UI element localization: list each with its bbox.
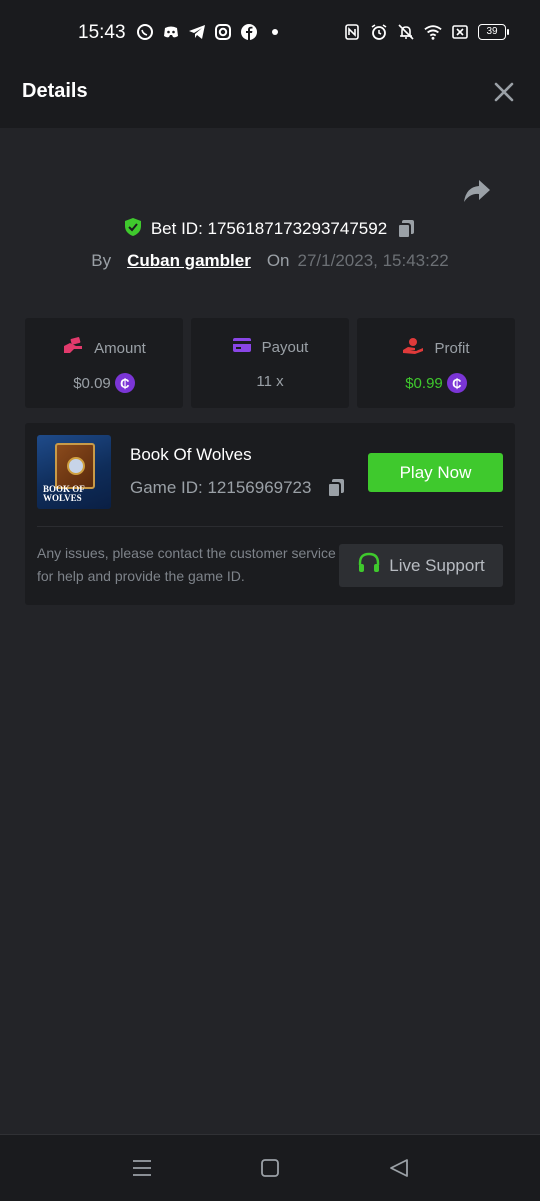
coin-icon: ₵: [446, 373, 467, 393]
share-arrow-icon: [464, 180, 490, 202]
details-header: Details: [0, 56, 540, 128]
recents-button[interactable]: [131, 1157, 153, 1179]
on-label: On: [266, 251, 290, 270]
payout-label: Payout: [261, 338, 309, 356]
system-icons: 39: [343, 23, 509, 41]
gem-art: [67, 457, 85, 475]
notification-icons: [136, 23, 284, 41]
payout-icon: [232, 337, 252, 357]
profit-value: $0.99: [405, 374, 443, 392]
battery-indicator: 39: [478, 24, 509, 40]
verified-shield-icon: [123, 217, 143, 242]
game-id-row: Game ID: 12156969723: [130, 477, 347, 499]
copy-icon: [327, 479, 345, 498]
discord-icon: [162, 23, 180, 41]
home-square-icon: [261, 1159, 279, 1177]
book-art: [55, 443, 95, 489]
close-icon: [494, 82, 514, 102]
by-label: By: [91, 251, 112, 270]
live-support-button[interactable]: Live Support: [339, 544, 503, 587]
amount-label: Amount: [94, 339, 146, 357]
instagram-icon: [214, 23, 232, 41]
back-button[interactable]: [388, 1157, 410, 1179]
bet-author-row: By Cuban gambler On 27/1/2023, 15:43:22: [0, 248, 540, 274]
wifi-icon: [424, 23, 442, 41]
bet-id-row: Bet ID: 1756187173293747592: [0, 214, 540, 244]
play-now-button[interactable]: Play Now: [368, 453, 503, 492]
copy-game-id-button[interactable]: [325, 477, 347, 499]
profit-stat: Profit $0.99 ₵: [357, 318, 515, 408]
user-link[interactable]: Cuban gambler: [127, 251, 251, 271]
payout-value: 11 x: [256, 373, 284, 390]
amount-icon: [62, 337, 84, 359]
copy-bet-id-button[interactable]: [395, 218, 417, 240]
share-button[interactable]: [462, 178, 492, 206]
menu-icon: [133, 1160, 151, 1176]
whatsapp-icon: [136, 23, 154, 41]
payout-stat: Payout 11 x: [191, 318, 349, 408]
amount-stat: Amount $0.09 ₵: [25, 318, 183, 408]
page-title: Details: [22, 80, 88, 102]
profit-label: Profit: [434, 339, 470, 357]
facebook-icon: [240, 23, 258, 41]
alarm-icon: [370, 23, 388, 41]
dot-icon: [266, 23, 284, 41]
bet-stats: Amount $0.09 ₵ Payout 11 x Profit $0.99 …: [25, 318, 515, 408]
system-nav-bar: [0, 1134, 540, 1201]
nfc-icon: [343, 23, 361, 41]
live-support-label: Live Support: [389, 555, 485, 575]
close-button[interactable]: [492, 80, 516, 104]
headset-icon: [357, 552, 381, 579]
copy-icon: [397, 220, 415, 239]
divider: [37, 526, 503, 527]
coin-icon: ₵: [114, 373, 135, 393]
mute-icon: [397, 23, 415, 41]
back-triangle-icon: [390, 1159, 408, 1177]
game-id: Game ID: 12156969723: [130, 478, 312, 497]
home-button[interactable]: [259, 1157, 281, 1179]
game-thumb-title: BOOK OF WOLVES: [43, 484, 85, 503]
amount-value: $0.09: [73, 374, 111, 392]
status-bar: 15:43 39: [0, 0, 540, 56]
status-time: 15:43: [78, 22, 126, 43]
data-off-icon: [451, 23, 469, 41]
game-thumbnail[interactable]: BOOK OF WOLVES: [37, 435, 111, 509]
profit-icon: [402, 337, 424, 359]
game-card: BOOK OF WOLVES Book Of Wolves Game ID: 1…: [25, 423, 515, 605]
game-name: Book Of Wolves: [130, 445, 252, 464]
support-message: Any issues, please contact the customer …: [37, 545, 336, 584]
bet-id: Bet ID: 1756187173293747592: [150, 219, 388, 238]
telegram-icon: [188, 23, 206, 41]
bet-date: 27/1/2023, 15:43:22: [297, 251, 449, 270]
